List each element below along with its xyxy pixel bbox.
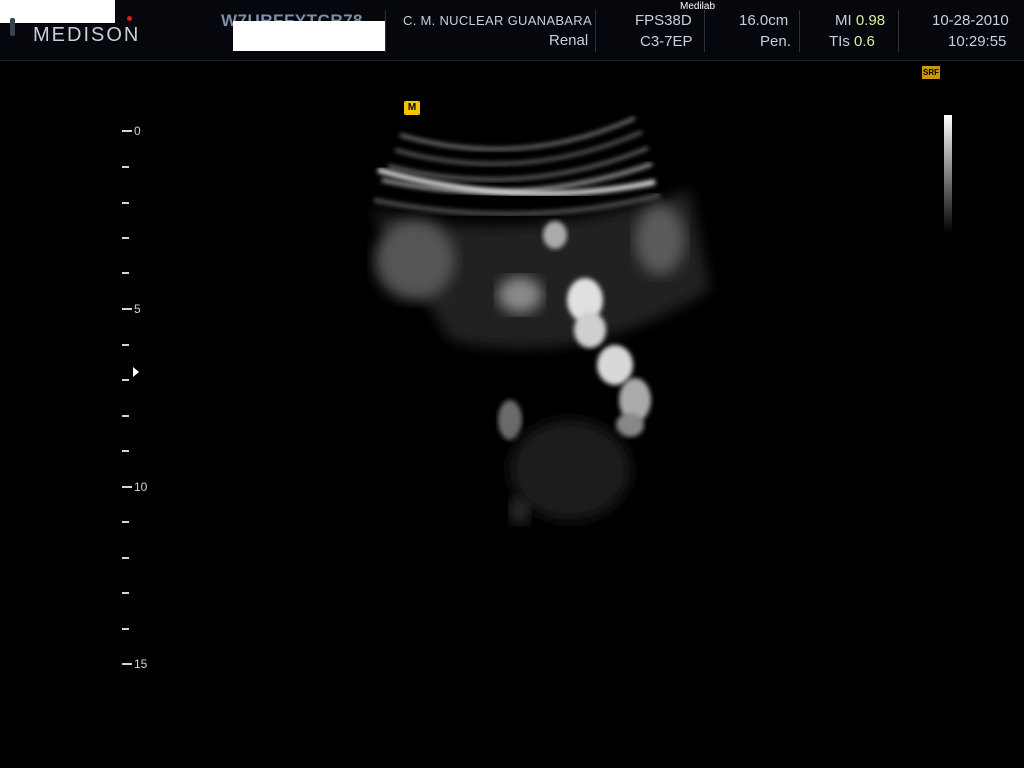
mi-label: MI bbox=[835, 12, 852, 29]
logo-dot-icon bbox=[127, 16, 132, 21]
header-bar: MEDISON W7URFFYTCR78 C. M. NUCLEAR GUANA… bbox=[0, 0, 1024, 61]
exam-time: 10:29:55 bbox=[948, 33, 1007, 50]
divider bbox=[898, 10, 899, 52]
brand-logo: MEDISON bbox=[33, 24, 141, 46]
redacted-block bbox=[0, 0, 115, 23]
depth-label: 0 bbox=[134, 124, 141, 138]
depth-label: 15 bbox=[134, 657, 148, 671]
tick bbox=[122, 592, 129, 594]
mi-readout: MI 0.98 bbox=[835, 12, 885, 29]
tick bbox=[122, 130, 132, 132]
exam-date: 10-28-2010 bbox=[932, 12, 1009, 29]
tick bbox=[122, 344, 129, 346]
ultrasound-image bbox=[370, 116, 710, 524]
divider bbox=[595, 10, 596, 52]
divider bbox=[704, 10, 705, 52]
depth-value: 16.0cm bbox=[739, 12, 789, 29]
tick bbox=[122, 663, 132, 665]
grayscale-bar bbox=[944, 115, 952, 233]
depth-label: 10 bbox=[134, 480, 148, 494]
institution-name: C. M. NUCLEAR GUANABARA bbox=[403, 13, 592, 28]
tis-readout: TIs 0.6 bbox=[829, 33, 875, 50]
facility-label: Medilab bbox=[680, 1, 716, 12]
tick bbox=[122, 628, 129, 630]
sri-badge: SRF bbox=[922, 66, 940, 79]
tick bbox=[122, 557, 129, 559]
probe-name: C3-7EP bbox=[640, 33, 693, 50]
tick bbox=[122, 379, 129, 381]
tis-value: 0.6 bbox=[854, 33, 875, 50]
fps-label: FPS38D bbox=[635, 12, 692, 29]
tick bbox=[122, 308, 132, 310]
tick bbox=[122, 415, 129, 417]
divider bbox=[799, 10, 800, 52]
exam-type: Renal bbox=[549, 32, 589, 49]
tick bbox=[122, 521, 129, 523]
tick bbox=[122, 486, 132, 488]
tick bbox=[122, 202, 129, 204]
depth-label: 5 bbox=[134, 302, 141, 316]
mi-value: 0.98 bbox=[855, 12, 886, 29]
tick bbox=[122, 166, 129, 168]
tick bbox=[122, 237, 129, 239]
tis-label: TIs bbox=[829, 33, 850, 50]
divider bbox=[385, 10, 386, 52]
focus-marker-icon bbox=[133, 367, 139, 377]
tick bbox=[122, 272, 129, 274]
tick bbox=[122, 450, 129, 452]
redacted-name bbox=[233, 21, 385, 51]
preset-name: Pen. bbox=[760, 33, 791, 50]
knob-icon bbox=[10, 18, 15, 36]
